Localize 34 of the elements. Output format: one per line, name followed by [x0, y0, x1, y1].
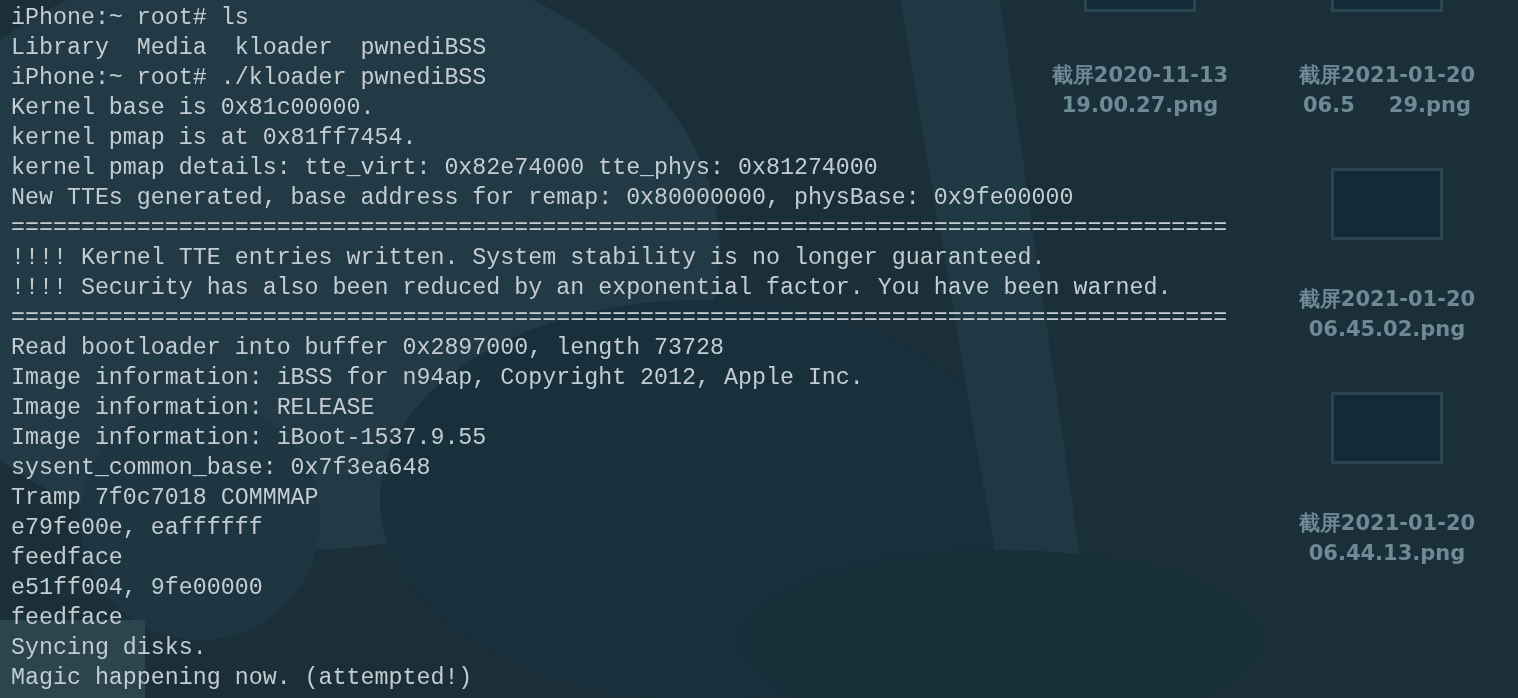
terminal-line: !!!! Kernel TTE entries written. System stability is no longer guaranteed. — [11, 244, 1046, 273]
terminal-line: Image information: iBoot-1537.9.55 — [11, 424, 487, 453]
terminal-line: ======================================================================================= — [11, 304, 1228, 333]
terminal-line: Image information: iBSS for n94ap, Copyright 2012, Apple Inc. — [11, 364, 864, 393]
terminal-line: Syncing disks. — [11, 634, 207, 663]
terminal-line: feedface — [11, 544, 123, 573]
file-thumbnail[interactable] — [1331, 168, 1443, 240]
terminal-line: sysent_common_base: 0x7f3ea648 — [11, 454, 431, 483]
terminal-line: feedface — [11, 604, 123, 633]
terminal-line: Library Media kloader pwnediBSS — [11, 34, 487, 63]
terminal-line: kernel pmap is at 0x81ff7454. — [11, 124, 417, 153]
file-name: 截屏2021-01-20 — [1298, 286, 1476, 313]
terminal-line: iPhone:~ root# ls — [11, 4, 249, 33]
terminal-line: Tramp 7f0c7018 COMMMAP — [11, 484, 319, 513]
file-thumbnail[interactable] — [1331, 392, 1443, 464]
file-name: 截屏2021-01-20 — [1298, 62, 1476, 89]
terminal-line: Image information: RELEASE — [11, 394, 375, 423]
file-name: 06.5 — [1302, 92, 1355, 119]
terminal-line: ======================================================================================= — [11, 214, 1228, 243]
file-name: 06.45.02.png — [1308, 316, 1466, 343]
terminal-line: kernel pmap details: tte_virt: 0x82e74000 tte_phys: 0x81274000 — [11, 154, 878, 183]
terminal-line: Magic happening now. (attempted!) — [11, 664, 473, 693]
file-name: 截屏2020-11-13 — [1051, 62, 1229, 89]
file-name: 29.png — [1388, 92, 1471, 119]
terminal-line: !!!! Security has also been reduced by an exponential factor. You have been warned. — [11, 274, 1172, 303]
file-name: 截屏2021-01-20 — [1298, 510, 1476, 537]
file-name: 19.00.27.png — [1061, 92, 1219, 119]
terminal-line: e79fe00e, eaffffff — [11, 514, 263, 543]
terminal-line: Kernel base is 0x81c00000. — [11, 94, 375, 123]
terminal-line: e51ff004, 9fe00000 — [11, 574, 263, 603]
terminal-line: iPhone:~ root# ./kloader pwnediBSS — [11, 64, 487, 93]
terminal-line: New TTEs generated, base address for remap: 0x80000000, physBase: 0x9fe00000 — [11, 184, 1074, 213]
terminal-line: Read bootloader into buffer 0x2897000, length 73728 — [11, 334, 724, 363]
file-name: 06.44.13.png — [1308, 540, 1466, 567]
